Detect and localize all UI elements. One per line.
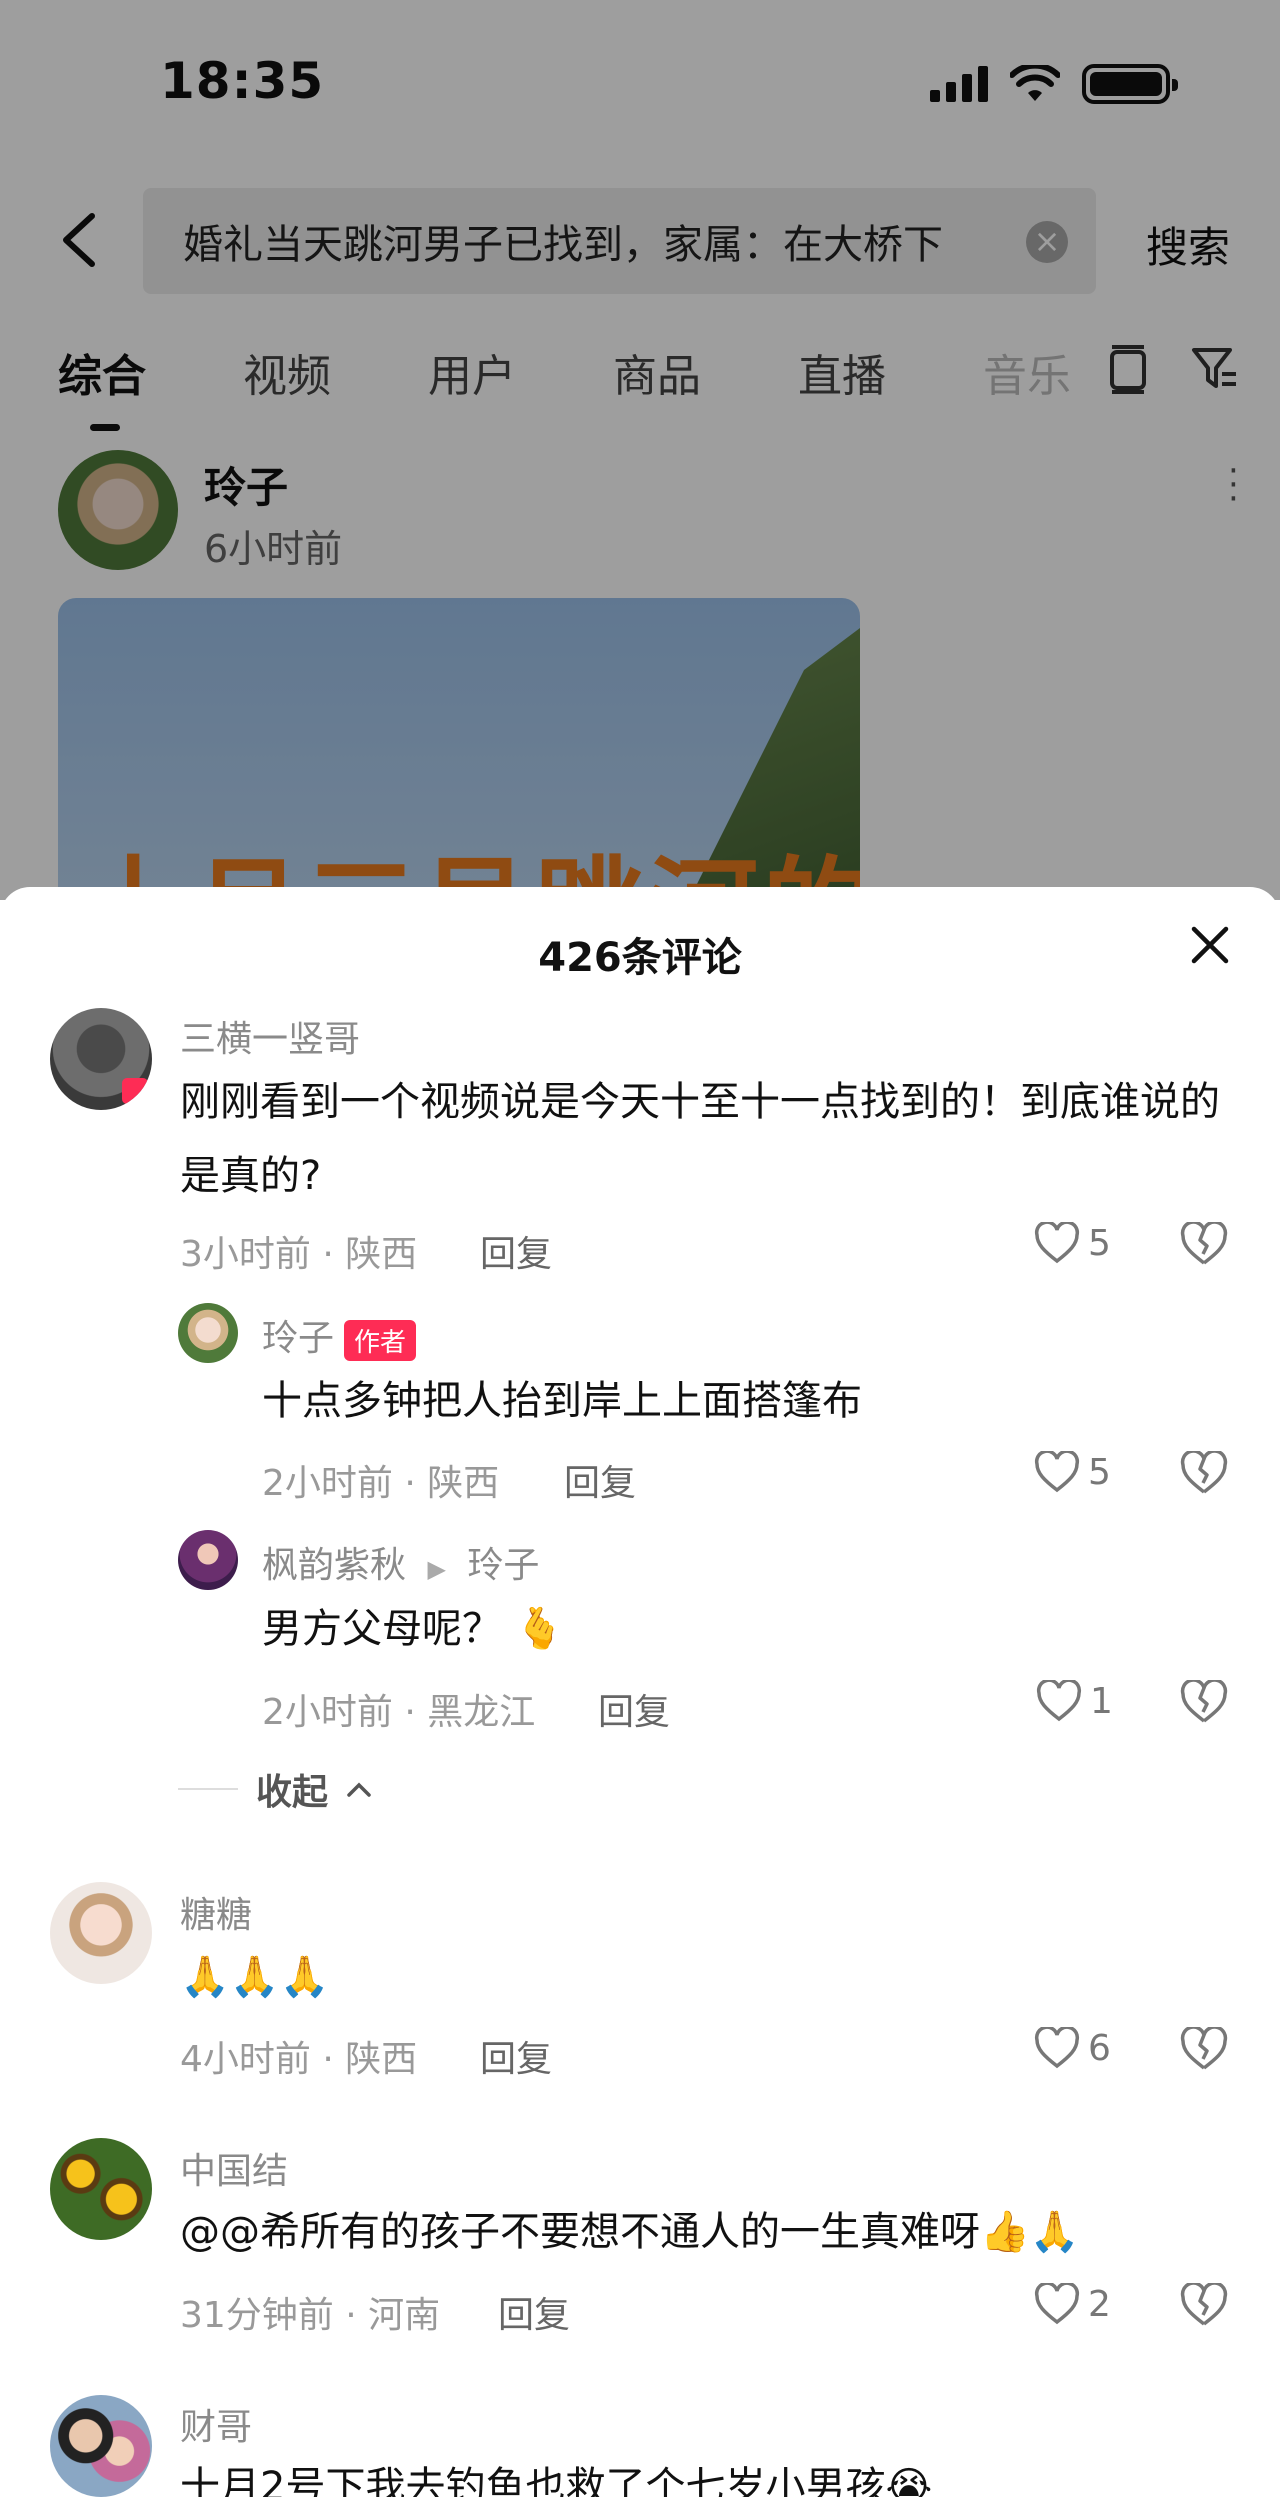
comment-meta: 3小时前 · 陕西 xyxy=(180,1234,418,1275)
reply-arrow-icon: ▶ xyxy=(427,1555,446,1583)
like-count: 5 xyxy=(1088,1451,1111,1493)
like-count: 6 xyxy=(1088,2027,1111,2069)
like-button[interactable]: 5 xyxy=(1034,1222,1111,1264)
reply-button[interactable]: 回复 xyxy=(480,2030,552,2082)
heart-icon xyxy=(1034,2283,1080,2325)
reply-to-name: 玲子 xyxy=(467,1545,540,1586)
commenter-avatar[interactable] xyxy=(50,2138,152,2240)
like-button[interactable]: 6 xyxy=(1034,2027,1111,2069)
reply-button[interactable]: 回复 xyxy=(598,1683,670,1735)
broken-heart-icon[interactable] xyxy=(1180,2283,1228,2327)
commenter-avatar[interactable] xyxy=(50,1008,152,1110)
reply-button[interactable]: 回复 xyxy=(498,2286,570,2338)
close-icon[interactable] xyxy=(1188,923,1232,967)
comments-count-title: 426条评论 xyxy=(538,935,742,981)
reply-button[interactable]: 回复 xyxy=(480,1225,552,1277)
heart-icon xyxy=(1034,2027,1080,2069)
comment-meta: 31分钟前 · 河南 xyxy=(180,2295,441,2336)
like-button[interactable]: 2 xyxy=(1034,2283,1111,2325)
commenter-avatar[interactable] xyxy=(50,1882,152,1984)
broken-heart-icon[interactable] xyxy=(1180,1451,1228,1495)
like-button[interactable]: 1 xyxy=(1036,1680,1113,1722)
commenter-avatar[interactable] xyxy=(178,1303,238,1363)
reply-author-name: 玲子 xyxy=(262,1318,335,1359)
comment-meta: 4小时前 · 陕西 xyxy=(180,2039,418,2080)
comment-text: 十点多钟把人抬到岸上上面搭篷布 xyxy=(262,1378,862,1424)
modal-dim-overlay[interactable] xyxy=(0,0,1280,900)
reply-button[interactable]: 回复 xyxy=(564,1454,636,1506)
author-badge: 作者 xyxy=(344,1319,417,1361)
commenter-avatar[interactable] xyxy=(178,1530,238,1590)
comment-text: 男方父母呢？ 🫰 xyxy=(262,1606,565,1652)
commenter-name[interactable]: 中国结 xyxy=(180,2142,288,2194)
like-count: 2 xyxy=(1088,2283,1111,2325)
commenter-name[interactable]: 财哥 xyxy=(180,2398,252,2450)
collapse-divider xyxy=(178,1788,238,1790)
comment-text: 刚刚看到一个视频说是今天十至十一点找到的！到底谁说的是真的? xyxy=(180,1079,1220,1199)
heart-icon xyxy=(1034,1451,1080,1493)
commenter-avatar[interactable] xyxy=(50,2395,152,2497)
broken-heart-icon[interactable] xyxy=(1180,1222,1228,1266)
heart-icon xyxy=(1036,1680,1082,1722)
commenter-name[interactable]: 玲子 作者 xyxy=(262,1309,417,1361)
like-count: 5 xyxy=(1088,1222,1111,1264)
like-button[interactable]: 5 xyxy=(1034,1451,1111,1493)
commenter-name[interactable]: 枫韵紫秋 ▶ 玲子 xyxy=(262,1536,539,1588)
comment-text: 十月2号下我去钓鱼也救了个七岁小男孩😭 xyxy=(180,2464,933,2497)
comment-meta: 2小时前 · 黑龙江 xyxy=(262,1692,536,1733)
collapse-label: 收起 xyxy=(256,1772,329,1813)
broken-heart-icon[interactable] xyxy=(1180,2027,1228,2071)
like-count: 1 xyxy=(1090,1680,1113,1722)
broken-heart-icon[interactable] xyxy=(1180,1680,1228,1724)
comment-meta: 2小时前 · 陕西 xyxy=(262,1463,500,1504)
comment-text: 🙏🙏🙏 xyxy=(180,1954,330,2000)
commenter-name[interactable]: 糖糖 xyxy=(180,1886,252,1938)
comment-text: @@希所有的孩子不要想不通人的一生真难呀👍🙏 xyxy=(180,2209,1080,2255)
reply-author-name: 枫韵紫秋 xyxy=(262,1545,407,1586)
heart-icon xyxy=(1034,1222,1080,1264)
chevron-up-icon xyxy=(347,1782,371,1797)
collapse-replies-button[interactable]: 收起 xyxy=(178,1763,372,1815)
commenter-name[interactable]: 三横一竖哥 xyxy=(180,1010,360,1062)
